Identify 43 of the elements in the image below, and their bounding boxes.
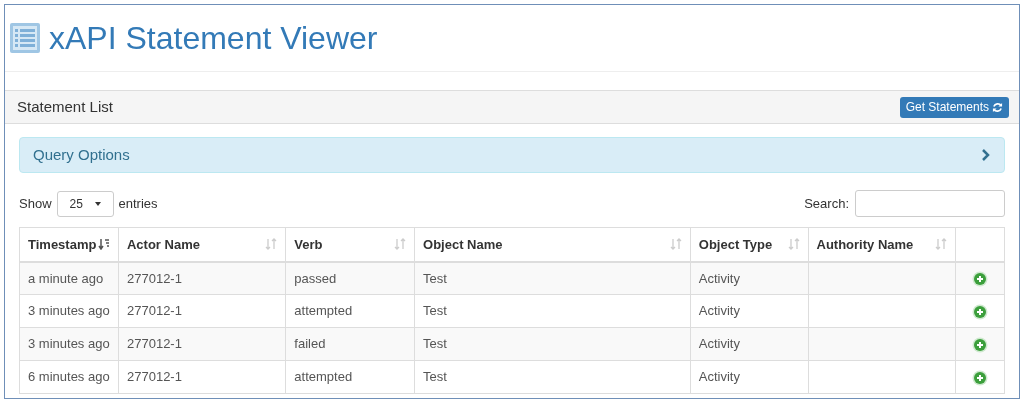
panel-title: Statement List [17,96,113,117]
column-header[interactable]: Object Name [414,227,691,262]
list-icon [9,22,41,54]
table-cell: Activity [690,261,808,295]
table-cell: 6 minutes ago [19,360,119,394]
search-label: Search: [804,194,849,213]
table-cell: Activity [690,360,808,394]
get-statements-button[interactable]: Get Statements [899,96,1009,118]
table-cell: attempted [285,294,415,328]
table-cell: 277012-1 [118,327,286,361]
expand-plus-icon[interactable] [972,369,989,386]
table-cell: 3 minutes ago [19,294,119,328]
table-cell: a minute ago [19,261,119,295]
show-label: Show [19,194,52,213]
entries-label: entries [118,194,158,213]
search-field[interactable] [855,190,1005,217]
table-cell: Test [414,294,691,328]
table-cell: 277012-1 [118,261,286,295]
column-header[interactable]: Verb [285,227,415,262]
dropdown-arrow-icon [94,201,101,206]
refresh-icon [992,101,1003,113]
entries-select[interactable]: 25 [56,190,114,217]
table-cell: Activity [690,327,808,361]
table-cell: 277012-1 [118,360,286,394]
chevron-right-icon [981,149,991,161]
column-header[interactable]: Authority Name [808,227,956,262]
column-header[interactable]: Object Type [690,227,808,262]
page-title: xAPI Statement Viewer [49,19,378,58]
expand-plus-icon[interactable] [972,303,989,320]
table-cell: 277012-1 [118,294,286,328]
table-cell: passed [285,261,415,295]
table-cell: Test [414,360,691,394]
table-cell: attempted [285,360,415,394]
expand-plus-icon[interactable] [972,271,989,288]
table-cell: 3 minutes ago [19,327,119,361]
expand-plus-icon[interactable] [972,336,989,353]
table-cell: failed [285,327,415,361]
table-cell: Test [414,261,691,295]
table-cell: Test [414,327,691,361]
table-cell: Activity [690,294,808,328]
column-header[interactable]: Timestamp [19,227,119,262]
column-header[interactable]: Actor Name [118,227,286,262]
query-options-bar[interactable]: Query Options [19,137,1005,173]
